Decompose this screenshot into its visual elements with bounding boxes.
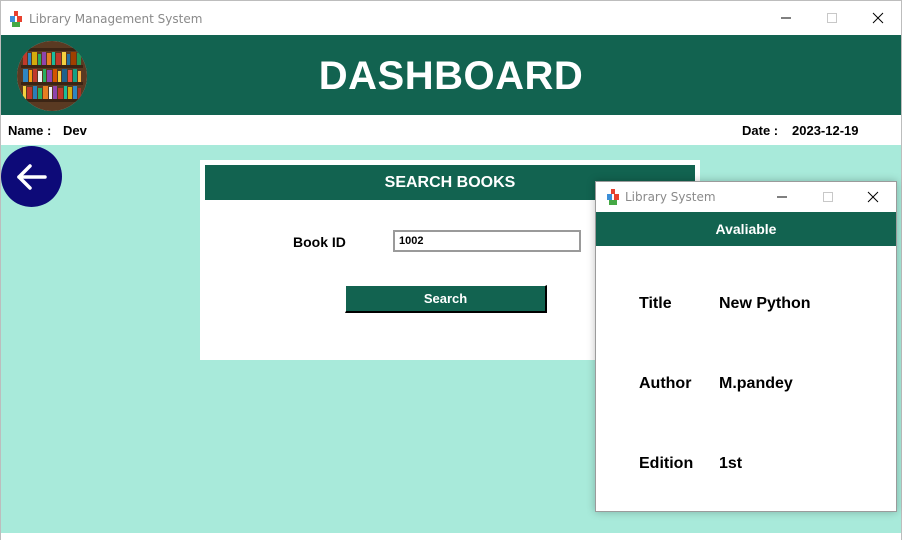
title-label: Title bbox=[639, 295, 672, 312]
page-title: DASHBOARD bbox=[318, 54, 584, 98]
close-button[interactable] bbox=[855, 1, 901, 35]
search-button[interactable]: Search bbox=[345, 285, 547, 313]
window-title: Library Management System bbox=[29, 12, 203, 26]
book-details-popup: Library System Avaliable Title New Pytho… bbox=[595, 181, 897, 512]
back-button[interactable] bbox=[1, 146, 62, 207]
title-value: New Python bbox=[719, 295, 811, 312]
close-icon bbox=[867, 191, 879, 203]
popup-maximize-button[interactable] bbox=[805, 182, 851, 212]
popup-close-button[interactable] bbox=[850, 182, 896, 212]
minimize-button[interactable] bbox=[763, 1, 809, 35]
maximize-icon bbox=[823, 192, 833, 202]
dashboard-header: DASHBOARD bbox=[1, 35, 901, 115]
edition-value: 1st bbox=[719, 455, 743, 472]
book-id-input[interactable] bbox=[393, 230, 581, 252]
name-value: Dev bbox=[63, 123, 87, 138]
edition-label: Edition bbox=[639, 455, 694, 472]
minimize-icon bbox=[781, 17, 791, 19]
author-value: M.pandey bbox=[719, 375, 793, 392]
popup-title: Library System bbox=[625, 190, 716, 204]
popup-minimize-button[interactable] bbox=[759, 182, 805, 212]
maximize-icon bbox=[827, 13, 837, 23]
date-value: 2023-12-19 bbox=[792, 123, 859, 138]
book-id-label: Book ID bbox=[293, 234, 346, 250]
minimize-icon bbox=[777, 196, 787, 198]
user-info-bar: Name : Dev Date : 2023-12-19 bbox=[1, 115, 901, 145]
arrow-left-icon bbox=[16, 163, 47, 190]
main-titlebar[interactable]: Library Management System bbox=[1, 1, 901, 35]
app-icon bbox=[607, 189, 619, 205]
maximize-button[interactable] bbox=[809, 1, 855, 35]
author-label: Author bbox=[639, 375, 692, 392]
popup-titlebar[interactable]: Library System bbox=[596, 182, 896, 212]
window-bottom-edge bbox=[1, 533, 901, 540]
name-label: Name : bbox=[8, 123, 52, 138]
availability-status: Avaliable bbox=[596, 212, 896, 246]
close-icon bbox=[872, 12, 884, 24]
app-icon bbox=[10, 11, 22, 27]
date-label: Date : bbox=[742, 123, 779, 138]
